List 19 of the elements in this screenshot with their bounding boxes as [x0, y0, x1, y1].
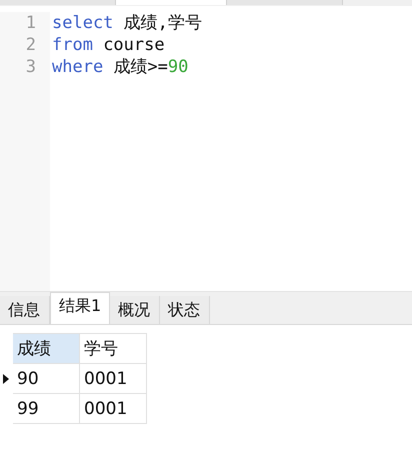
editor-tab[interactable] — [0, 0, 116, 5]
column-header[interactable]: 成绩 — [12, 334, 80, 364]
result-tab[interactable]: 信息 — [0, 296, 50, 324]
line-number: 1 — [24, 12, 36, 34]
editor-tab[interactable] — [116, 0, 227, 5]
result-tab[interactable]: 概况 — [110, 296, 160, 324]
table-cell: 90 — [12, 364, 80, 394]
table-cell: 0001 — [80, 394, 146, 424]
code-line: select 成绩,学号 — [52, 12, 202, 34]
result-tab[interactable]: 结果1 — [50, 292, 110, 324]
line-number: 2 — [24, 34, 36, 56]
editor-tab[interactable] — [227, 0, 343, 5]
code-line: where 成绩>=90 — [52, 56, 190, 78]
table-cell: 99 — [12, 394, 80, 424]
code-line: from course — [52, 34, 166, 56]
table-cell: 0001 — [80, 364, 146, 394]
line-number: 3 — [24, 56, 36, 78]
result-tab[interactable]: 状态 — [160, 296, 210, 324]
column-header[interactable]: 学号 — [80, 334, 146, 364]
